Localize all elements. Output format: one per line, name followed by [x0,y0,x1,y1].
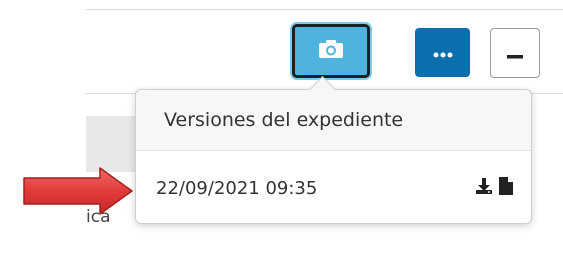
popover-header: Versiones del expediente [136,90,531,151]
camera-icon [318,39,344,63]
minus-icon [507,44,523,63]
version-date[interactable]: 22/09/2021 09:35 [156,178,317,199]
file-icon[interactable] [499,177,513,199]
download-icon[interactable] [475,177,493,199]
top-divider [86,9,563,10]
minimize-button[interactable] [490,28,540,78]
ellipsis-icon [433,43,453,62]
more-options-button[interactable] [415,28,470,77]
popover-title: Versiones del expediente [164,109,404,131]
screen: ica Direc Versiones del expediente 22/09… [0,0,563,259]
table-header-cell [86,116,136,172]
version-actions [475,177,513,199]
snapshot-button[interactable] [292,24,370,78]
version-row[interactable]: 22/09/2021 09:35 [136,152,531,224]
annotation-arrow-icon [22,167,134,219]
versions-popover: Versiones del expediente 22/09/2021 09:3… [135,89,532,224]
